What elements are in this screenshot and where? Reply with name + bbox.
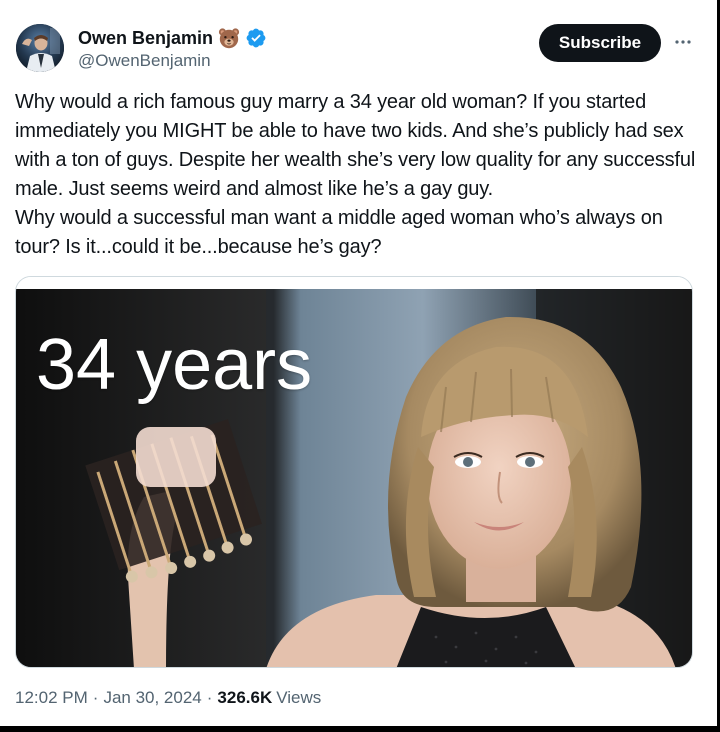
- bear-face-icon: [217, 26, 241, 50]
- avatar-photo: [16, 24, 64, 72]
- meta-separator: ·: [206, 688, 213, 707]
- views-label: Views: [276, 688, 322, 707]
- tweet-screenshot: Owen Benjamin @OwenBenjamin Subscribe Wh…: [0, 0, 720, 732]
- tweet-meta: 12:02 PM · Jan 30, 2024 · 326.6K Views: [15, 688, 321, 708]
- media-overlay-text: 34 years: [36, 325, 313, 405]
- bottom-border: [0, 726, 720, 732]
- more-horizontal-icon[interactable]: [673, 32, 693, 52]
- author-name-row[interactable]: Owen Benjamin: [78, 26, 267, 50]
- views-count: 326.6K: [217, 688, 273, 707]
- avatar[interactable]: [16, 24, 64, 72]
- tweet-media[interactable]: 34 years: [15, 276, 693, 668]
- author-name[interactable]: Owen Benjamin: [78, 28, 213, 49]
- tweet-date[interactable]: Jan 30, 2024: [103, 688, 201, 708]
- author-handle[interactable]: @OwenBenjamin: [78, 51, 211, 71]
- tweet-text: Why would a rich famous guy marry a 34 y…: [15, 91, 696, 258]
- tweet-time[interactable]: 12:02 PM: [15, 688, 88, 708]
- verified-badge-icon[interactable]: [245, 27, 267, 49]
- subscribe-button[interactable]: Subscribe: [539, 24, 661, 62]
- meta-separator: ·: [92, 688, 99, 707]
